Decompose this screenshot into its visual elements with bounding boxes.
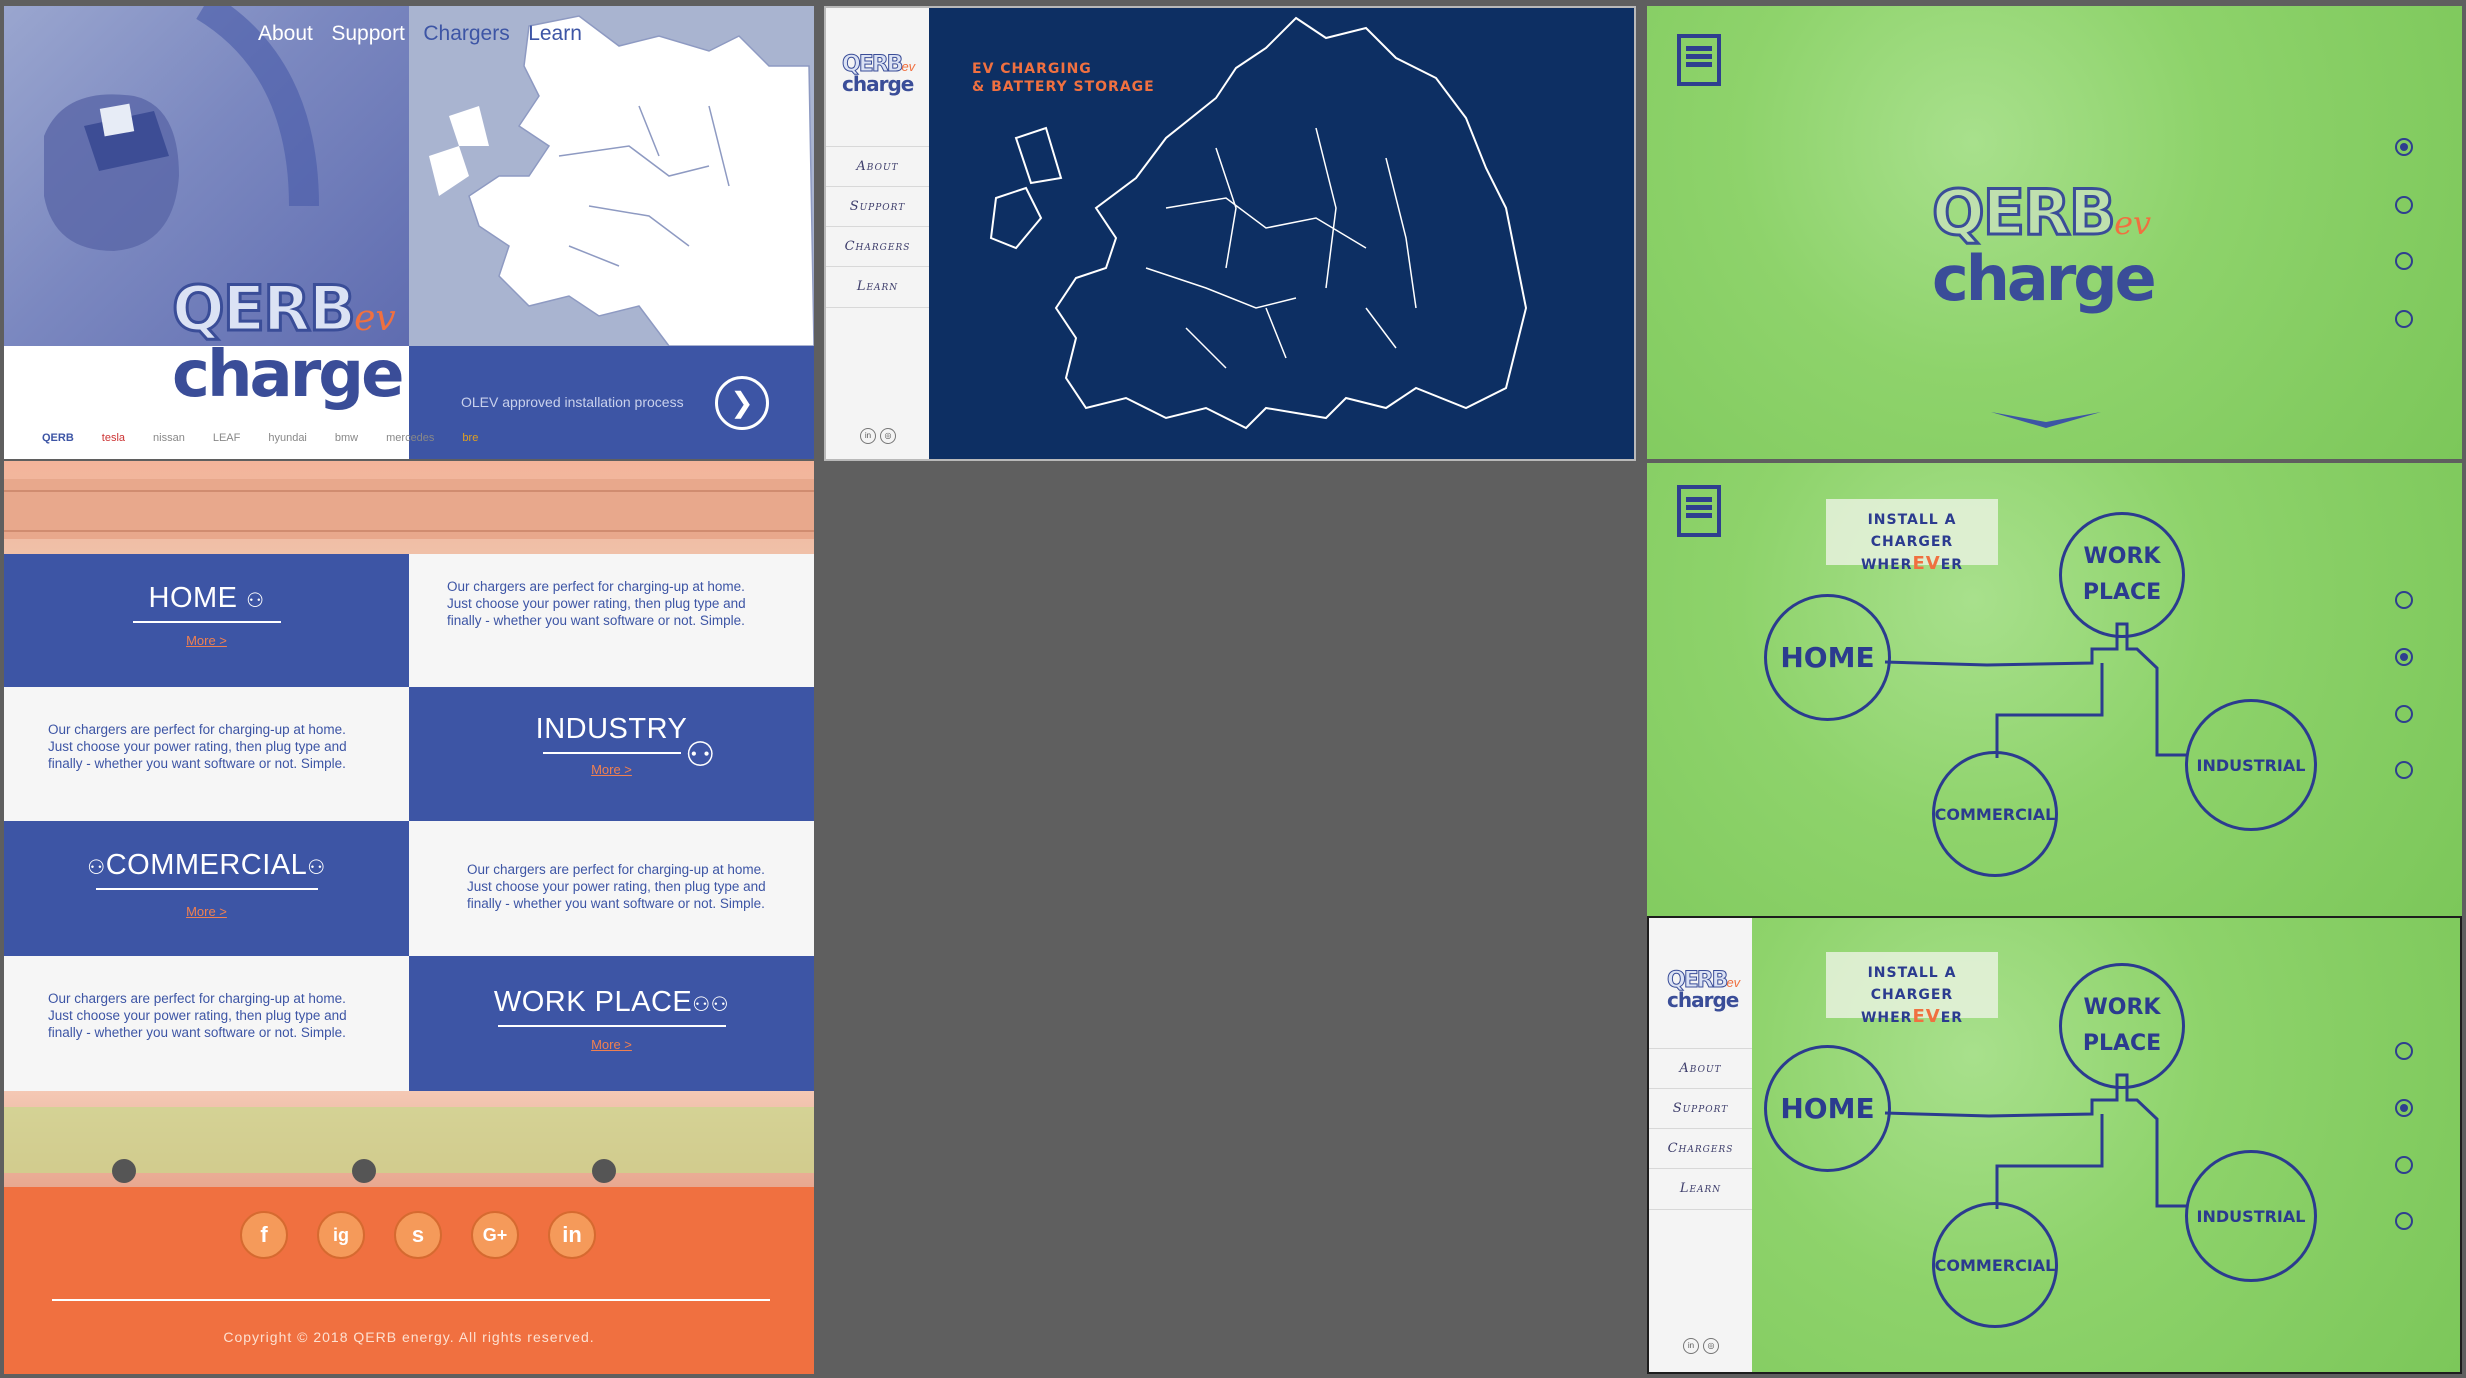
plug-icon: ⚇⚇: [692, 994, 730, 1016]
carousel-dot[interactable]: [2395, 705, 2413, 723]
map-panel: QERBev charge About Support Chargers Lea…: [824, 6, 1636, 461]
top-navigation: About Support Chargers Learn: [258, 22, 596, 46]
charger-types-panel-with-sidebar: QERBev charge About Support Chargers Lea…: [1647, 916, 2462, 1374]
chevron-down-icon[interactable]: [1991, 410, 2101, 432]
copyright: Copyright © 2018 QERB energy. All rights…: [223, 1329, 595, 1345]
commercial-circle[interactable]: COMMERCIAL: [1932, 1202, 2058, 1328]
commercial-more-link[interactable]: More >: [4, 904, 409, 919]
partner-logo: QERB: [42, 432, 74, 444]
sidebar-item-chargers[interactable]: Chargers: [826, 226, 929, 267]
partner-logo: bmw: [334, 432, 359, 444]
europe-outline-map: [989, 16, 1528, 430]
arrow-right-icon[interactable]: ❯: [715, 376, 769, 430]
partner-logo: tesla: [101, 432, 126, 444]
instagram-icon[interactable]: ◎: [880, 428, 896, 444]
cta-text: OLEV approved installation process: [461, 394, 684, 410]
services-page: HOME ⚇ More > Our chargers are perfect f…: [4, 461, 814, 1374]
industry-tile[interactable]: INDUSTRY More > ⚇: [409, 687, 814, 821]
carousel-dot[interactable]: [2395, 196, 2413, 214]
carousel-dot[interactable]: [2395, 138, 2413, 156]
partner-logo: nissan: [153, 432, 185, 444]
home-title: HOME ⚇: [148, 582, 265, 614]
google-plus-icon[interactable]: G+: [471, 1211, 519, 1259]
industrial-circle[interactable]: INDUSTRIAL: [2185, 699, 2317, 831]
sidebar-item-support[interactable]: Support: [826, 186, 929, 227]
plug-icon: ⚇: [685, 736, 716, 774]
bus-photo-bottom: [4, 1091, 814, 1187]
workplace-description: Our chargers are perfect for charging-up…: [4, 956, 409, 1091]
nav-learn[interactable]: Learn: [528, 22, 582, 45]
commercial-title: ⚇COMMERCIAL⚇: [87, 849, 326, 881]
connector-lines: [1884, 622, 2187, 758]
facebook-icon[interactable]: f: [240, 1211, 288, 1259]
workplace-more-link[interactable]: More >: [409, 1037, 814, 1052]
carousel-dot[interactable]: [2395, 591, 2413, 609]
bus-photo-top: [4, 461, 814, 554]
plug-icon: ⚇: [246, 590, 265, 612]
home-circle[interactable]: HOME: [1764, 594, 1891, 721]
battery-icon[interactable]: [1677, 34, 1721, 86]
europe-map: [409, 6, 814, 347]
carousel-dot[interactable]: [2395, 1156, 2413, 1174]
brand-logo[interactable]: QERBev charge: [170, 271, 404, 408]
partner-logo: bre: [462, 432, 479, 444]
carousel-dot[interactable]: [2395, 252, 2413, 270]
sidebar-item-learn[interactable]: Learn: [826, 266, 929, 308]
green-logo-panel: QERBev charge: [1647, 6, 2462, 459]
carousel-dot[interactable]: [2395, 310, 2413, 328]
sidebar-social: in ◎: [860, 428, 896, 444]
workplace-circle[interactable]: WORK PLACE: [2059, 963, 2185, 1089]
workplace-circle[interactable]: WORK PLACE: [2059, 512, 2185, 638]
industry-description: Our chargers are perfect for charging-up…: [4, 687, 409, 821]
partner-logo: LEAF: [212, 432, 241, 444]
home-circle[interactable]: HOME: [1764, 1045, 1891, 1172]
workplace-tile[interactable]: WORK PLACE⚇⚇ More >: [409, 956, 814, 1091]
nav-about[interactable]: About: [258, 22, 313, 45]
carousel-dot[interactable]: [2395, 1042, 2413, 1060]
home-description: Our chargers are perfect for charging-up…: [409, 554, 814, 687]
home-tile[interactable]: HOME ⚇ More >: [4, 554, 409, 687]
footer-divider: [52, 1299, 770, 1301]
partner-logo: mercedes: [386, 432, 435, 444]
commercial-tile[interactable]: ⚇COMMERCIAL⚇ More >: [4, 821, 409, 956]
industry-more-link[interactable]: More >: [409, 762, 814, 777]
carousel-dot[interactable]: [2395, 761, 2413, 779]
sidebar-logo[interactable]: QERBev charge: [841, 52, 915, 96]
instagram-icon[interactable]: ig: [317, 1211, 365, 1259]
skype-icon[interactable]: s: [394, 1211, 442, 1259]
side-navigation: QERBev charge About Support Chargers Lea…: [826, 8, 929, 459]
carousel-dot[interactable]: [2395, 648, 2413, 666]
carousel-dot[interactable]: [2395, 1099, 2413, 1117]
workplace-title: WORK PLACE⚇⚇: [493, 986, 730, 1018]
hero-panel: About Support Chargers Learn QERBev char…: [4, 6, 814, 459]
commercial-description: Our chargers are perfect for charging-up…: [409, 821, 814, 956]
plug-icon: ⚇: [87, 857, 106, 879]
linkedin-icon[interactable]: in: [860, 428, 876, 444]
carousel-dot[interactable]: [2395, 1212, 2413, 1230]
partner-logos: QERB tesla nissan LEAF hyundai bmw merce…: [42, 432, 478, 444]
connector-lines: [1884, 1073, 2187, 1209]
linkedin-icon[interactable]: in: [548, 1211, 596, 1259]
sidebar-item-about[interactable]: About: [826, 146, 929, 187]
brand-logo: QERBev charge: [1930, 175, 2156, 315]
charger-types-panel: INSTALL A CHARGER WHEREVER HOME WORK PLAC…: [1647, 463, 2462, 917]
partner-logo: hyundai: [268, 432, 307, 444]
nav-chargers[interactable]: Chargers: [423, 22, 509, 45]
commercial-circle[interactable]: COMMERCIAL: [1932, 751, 2058, 877]
nav-support[interactable]: Support: [331, 22, 405, 45]
industrial-circle[interactable]: INDUSTRIAL: [2185, 1150, 2317, 1282]
footer: f ig s G+ in Copyright © 2018 QERB energ…: [4, 1187, 814, 1374]
plug-icon: ⚇: [307, 857, 326, 879]
home-more-link[interactable]: More >: [4, 633, 409, 648]
